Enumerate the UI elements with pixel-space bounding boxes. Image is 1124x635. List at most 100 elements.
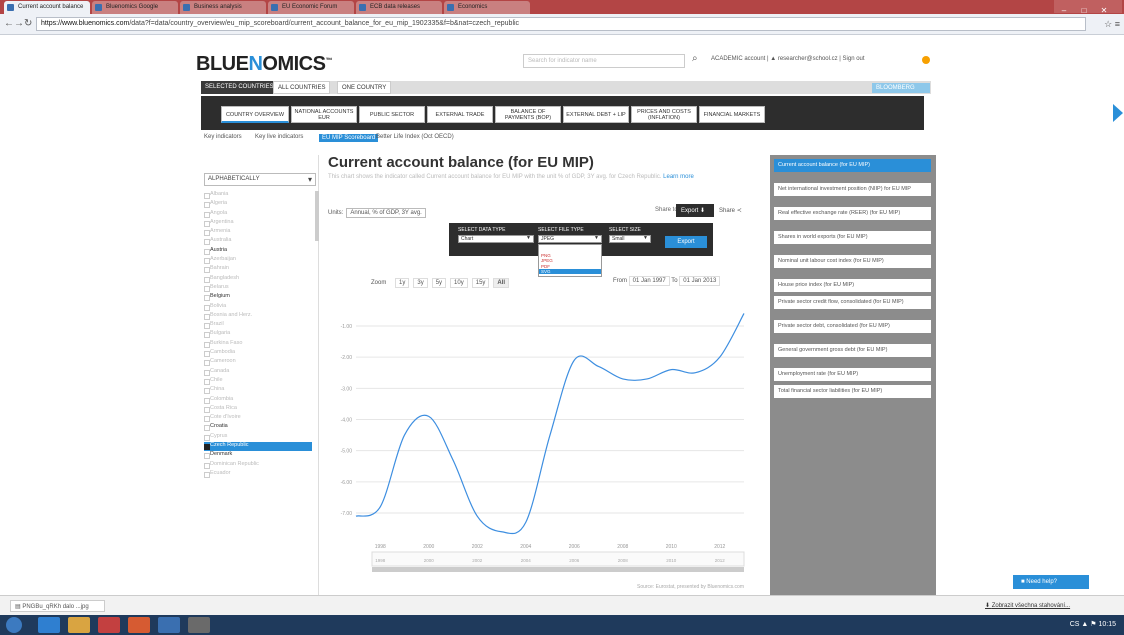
sidebar-item-country[interactable]: China <box>204 386 312 395</box>
sidebar-item-country[interactable]: Czech Republic <box>204 442 312 452</box>
date-from-input[interactable]: 01 Jan 1997 <box>628 276 670 286</box>
subnav-eu-mip[interactable]: EU MIP Scoreboard <box>319 134 379 142</box>
size-select[interactable]: Small ▼ <box>609 235 651 243</box>
maximize-button[interactable]: □ <box>1074 6 1094 14</box>
sidebar-item-country[interactable]: Denmark <box>204 451 312 460</box>
category-balance-of-payments[interactable]: BALANCE OF PAYMENTS (BOP) <box>495 106 561 123</box>
zoom-all[interactable]: All <box>493 278 510 288</box>
subnav-key-indicators[interactable]: Key indicators <box>204 134 242 140</box>
related-indicator-item[interactable]: Net international investment position (N… <box>774 183 931 196</box>
category-financial-markets[interactable]: FINANCIAL MARKETS <box>699 106 765 123</box>
browser-tab[interactable]: Economics <box>444 1 530 14</box>
category-prices-costs[interactable]: PRICES AND COSTS (INFLATION) <box>631 106 697 123</box>
sidebar-item-country[interactable]: Colombia <box>204 396 312 405</box>
media-icon[interactable] <box>98 617 120 633</box>
related-indicator-item[interactable]: General government gross debt (for EU MI… <box>774 344 931 357</box>
sidebar-item-country[interactable]: Argentina <box>204 219 312 228</box>
related-indicator-item[interactable]: Current account balance (for EU MIP) <box>774 159 931 172</box>
minimize-button[interactable]: – <box>1054 6 1074 14</box>
outlook-icon[interactable] <box>158 617 180 633</box>
sidebar-item-country[interactable]: Dominican Republic <box>204 461 312 470</box>
back-arrow-icon[interactable]: ← <box>4 18 14 29</box>
sidebar-item-country[interactable]: Bangladesh <box>204 275 312 284</box>
sidebar-item-country[interactable]: Belarus <box>204 284 312 293</box>
next-arrow-icon[interactable] <box>1113 104 1123 122</box>
search-input[interactable]: Search for indicator name <box>523 54 685 68</box>
zoom-10y[interactable]: 10y <box>450 278 468 288</box>
category-country-overview[interactable]: COUNTRY OVERVIEW <box>221 106 289 123</box>
folder-icon[interactable] <box>68 617 90 633</box>
tab-all-countries[interactable]: ALL COUNTRIES <box>273 81 331 94</box>
sidebar-item-country[interactable]: Costa Rica <box>204 405 312 414</box>
units-select[interactable]: Annual, % of GDP, 3Y avg. <box>346 208 426 218</box>
file-type-select[interactable]: JPEG ▼ <box>538 235 602 243</box>
sidebar-item-country[interactable]: Ecuador <box>204 470 312 479</box>
export-button[interactable]: Export ⬇ <box>676 204 714 217</box>
app-icon[interactable] <box>188 617 210 633</box>
related-indicator-item[interactable]: Shares in world exports (for EU MIP) <box>774 231 931 244</box>
tab-one-country[interactable]: ONE COUNTRY <box>337 81 392 94</box>
sidebar-item-country[interactable]: Cyprus <box>204 433 312 442</box>
related-indicator-item[interactable]: Total financial sector liabilities (for … <box>774 385 931 398</box>
sidebar-item-country[interactable]: Croatia <box>204 423 312 432</box>
sidebar-scrollbar[interactable] <box>315 191 319 241</box>
category-external-trade[interactable]: EXTERNAL TRADE <box>427 106 493 123</box>
sidebar-item-country[interactable]: Canada <box>204 368 312 377</box>
close-window-button[interactable]: ✕ <box>1094 6 1114 14</box>
show-all-downloads-link[interactable]: ⬇ Zobrazit všechna stahování... <box>985 602 1070 609</box>
sidebar-item-country[interactable]: Algeria <box>204 200 312 209</box>
need-help-button[interactable]: ■ Need help? <box>1013 575 1089 589</box>
sidebar-item-country[interactable]: Brazil <box>204 321 312 330</box>
related-indicator-item[interactable]: Private sector debt, consolidated (for E… <box>774 320 931 333</box>
category-external-debt[interactable]: EXTERNAL DEBT + LIP <box>563 106 629 123</box>
user-menu[interactable]: ACADEMIC account | ▲ researcher@school.c… <box>711 56 865 62</box>
subnav-key-live-indicators[interactable]: Key live indicators <box>255 134 303 140</box>
ie-icon[interactable] <box>38 617 60 633</box>
browser-tab[interactable]: Business analysis <box>180 1 266 14</box>
sidebar-item-country[interactable]: Armenia <box>204 228 312 237</box>
browser-tab[interactable]: Current account balance <box>4 1 90 14</box>
browser-tab[interactable]: ECB data releases <box>356 1 442 14</box>
url-input[interactable]: https://www.bluenomics.com/data?f=data/c… <box>36 17 1086 31</box>
share-button[interactable]: Share ≺ <box>719 207 742 214</box>
sidebar-item-country[interactable]: Bulgaria <box>204 330 312 339</box>
related-indicator-item[interactable]: Nominal unit labour cost index (for EU M… <box>774 255 931 268</box>
sidebar-item-country[interactable]: Bahrain <box>204 265 312 274</box>
download-item[interactable]: ▤ PNGBu_qRKh dalo ...jpg <box>10 600 105 612</box>
zoom-1y[interactable]: 1y <box>395 278 410 288</box>
forward-arrow-icon[interactable]: → <box>14 18 24 29</box>
navigator-scrollbar[interactable] <box>372 567 744 572</box>
sidebar-item-country[interactable]: Cambodia <box>204 349 312 358</box>
category-national-accounts[interactable]: NATIONAL ACCOUNTS EUR <box>291 106 357 123</box>
notification-icon[interactable] <box>922 56 930 64</box>
sort-select[interactable]: ALPHABETICALLY ▾ <box>204 173 316 186</box>
sidebar-item-country[interactable]: Albania <box>204 191 312 200</box>
star-icon[interactable]: ☆ ≡ <box>1104 19 1120 30</box>
chrome-icon[interactable] <box>128 617 150 633</box>
search-icon[interactable]: ⌕ <box>692 53 698 64</box>
popup-export-button[interactable]: Export <box>665 236 707 248</box>
bloomberg-button[interactable]: BLOOMBERG <box>872 83 930 93</box>
category-public-sector[interactable]: PUBLIC SECTOR <box>359 106 425 123</box>
related-indicator-item[interactable]: House price index (for EU MIP) <box>774 279 931 292</box>
learn-more-link[interactable]: Learn more <box>663 174 694 180</box>
sidebar-item-country[interactable]: Bosnia and Herz. <box>204 312 312 321</box>
reload-icon[interactable]: ↻ <box>24 18 32 29</box>
sidebar-item-country[interactable]: Cote d'Ivoire <box>204 414 312 423</box>
sidebar-item-country[interactable]: Angola <box>204 210 312 219</box>
sidebar-item-country[interactable]: Belgium <box>204 293 312 302</box>
sidebar-item-country[interactable]: Cameroon <box>204 358 312 367</box>
site-logo[interactable]: BLUENOMICS™ <box>196 53 332 76</box>
sidebar-item-country[interactable]: Austria <box>204 247 312 256</box>
zoom-15y[interactable]: 15y <box>471 278 490 288</box>
tab-selected-countries[interactable]: SELECTED COUNTRIES <box>201 81 278 94</box>
sidebar-item-country[interactable]: Azerbaijan <box>204 256 312 265</box>
related-indicator-item[interactable]: Real effective exchange rate (REER) (for… <box>774 207 931 220</box>
related-indicator-item[interactable]: Private sector credit flow, consolidated… <box>774 296 931 309</box>
zoom-5y[interactable]: 5y <box>431 278 447 288</box>
browser-tab[interactable]: Bluenomics Google <box>92 1 178 14</box>
browser-tab[interactable]: EU Economic Forum <box>268 1 354 14</box>
sidebar-item-country[interactable]: Australia <box>204 237 312 246</box>
date-to-input[interactable]: 01 Jan 2013 <box>679 276 721 286</box>
sidebar-item-country[interactable]: Bolivia <box>204 303 312 312</box>
